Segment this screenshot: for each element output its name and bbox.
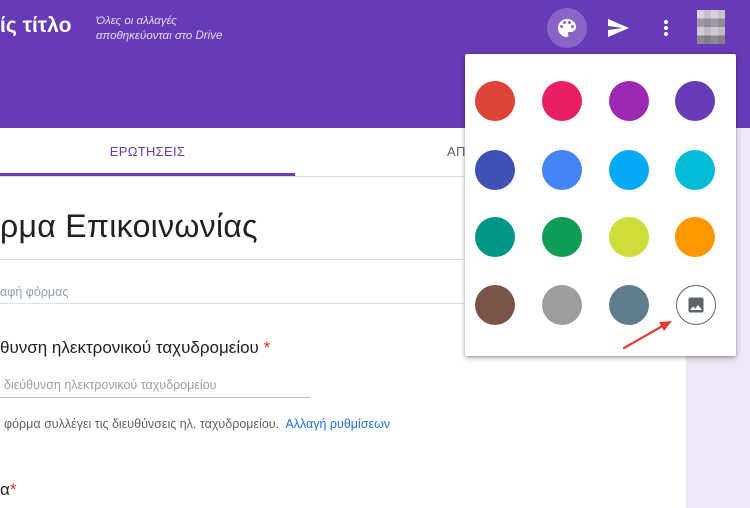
email-collection-notice: φόρμα συλλέγει τις διευθύνσεις ηλ. ταχυδ… [4,417,390,431]
color-swatch-lime[interactable] [609,217,649,257]
color-swatch-blue[interactable] [542,150,582,190]
save-status-line2: αποθηκεύονται στο Drive [96,30,223,42]
required-asterisk-2: * [9,480,17,499]
notice-text: φόρμα συλλέγει τις διευθύνσεις ηλ. ταχυδ… [4,417,280,431]
next-question-title: α* [0,480,16,500]
color-swatch-brown[interactable] [475,285,515,325]
annotation-arrow [622,321,672,350]
title-underline [0,259,464,260]
color-swatch-teal[interactable] [475,217,515,257]
required-asterisk: * [263,338,271,357]
more-options-button[interactable] [646,8,686,48]
email-answer-placeholder: διεύθυνση ηλεκτρονικού ταχυδρομείου [4,378,217,392]
image-icon [688,297,704,313]
form-title[interactable]: ρμα Επικοινωνίας [0,208,258,245]
color-swatch-pink[interactable] [542,81,582,121]
color-swatch-red[interactable] [475,81,515,121]
save-status: Όλες οι αλλαγές αποθηκεύονται στο Drive [96,14,222,44]
color-swatch-cyan[interactable] [675,150,715,190]
color-swatch-deep-purple[interactable] [675,81,715,121]
color-swatch-indigo[interactable] [475,150,515,190]
color-swatch-light-blue[interactable] [609,150,649,190]
color-swatch-grey[interactable] [542,285,582,325]
color-swatch-purple[interactable] [609,81,649,121]
form-name-title[interactable]: ίς τίτλο [0,14,71,38]
palette-button[interactable] [547,8,587,48]
tab-responses[interactable]: ΑΠ [447,128,466,176]
send-icon [608,19,629,37]
color-swatch-orange[interactable] [675,217,715,257]
more-vert-icon [664,20,668,36]
change-settings-link[interactable]: Αλλαγή ρυθμίσεων [285,417,390,431]
theme-color-popup [465,54,736,356]
save-status-line1: Όλες οι αλλαγές [96,15,177,27]
email-answer-underline [0,397,310,398]
active-tab-indicator [0,173,295,176]
color-swatch-green[interactable] [542,217,582,257]
account-avatar[interactable] [697,10,725,44]
email-question-title: θυνση ηλεκτρονικού ταχυδρομείου * [0,338,270,358]
description-underline [0,303,464,304]
send-button[interactable] [598,8,638,48]
next-question-label: α [0,480,10,499]
custom-image-button[interactable] [676,285,716,325]
palette-icon [558,19,576,37]
tab-questions[interactable]: ΕΡΩΤΗΣΕΙΣ [0,128,295,176]
email-question-label: θυνση ηλεκτρονικού ταχυδρομείου [0,338,259,357]
form-description-field[interactable]: αφή φόρμας [0,285,68,299]
